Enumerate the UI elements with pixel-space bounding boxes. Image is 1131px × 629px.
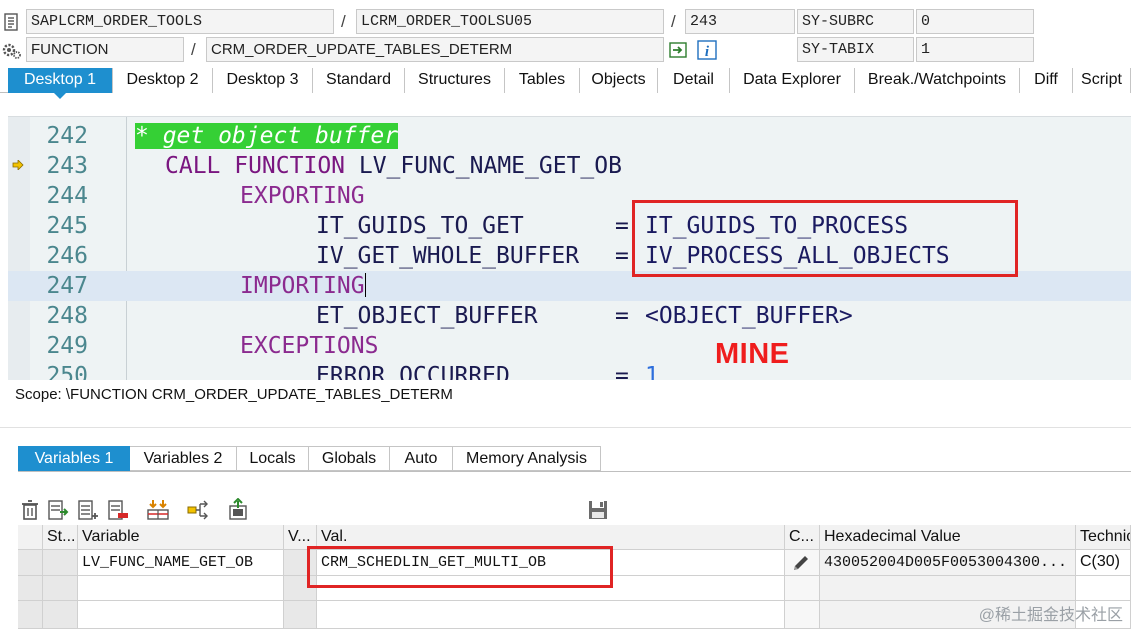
tabix-value-field[interactable]: 1	[916, 37, 1034, 62]
keyword: CALL FUNCTION	[165, 153, 346, 179]
navigate-icon[interactable]	[668, 40, 688, 60]
parameter-value: <OBJECT_BUFFER>	[645, 303, 853, 329]
variable-name-cell[interactable]	[78, 576, 284, 601]
transfer-icon[interactable]	[146, 498, 170, 522]
row-selector[interactable]	[18, 601, 43, 629]
event-type-field[interactable]: FUNCTION	[26, 37, 184, 62]
keyword: EXCEPTIONS	[240, 333, 379, 359]
tab-variables-2[interactable]: Variables 2	[130, 446, 237, 471]
tab-variables-1[interactable]: Variables 1	[18, 446, 130, 471]
watermark: @稀土掘金技术社区	[978, 607, 1123, 624]
export-icon[interactable]	[226, 498, 250, 522]
code-line: 243 CALL FUNCTION LV_FUNC_NAME_GET_OB	[8, 151, 1131, 181]
code-line: 249 EXCEPTIONS	[8, 331, 1131, 361]
tab-desktop-3[interactable]: Desktop 3	[213, 68, 313, 93]
keyword: EXPORTING	[240, 183, 365, 209]
line-number: 250	[46, 363, 88, 380]
equals: =	[615, 243, 629, 269]
function-variable: LV_FUNC_NAME_GET_OB	[345, 153, 622, 179]
row-selector[interactable]	[18, 576, 43, 601]
line-number: 247	[46, 273, 88, 299]
code-line: 250 ERROR_OCCURRED = 1	[8, 361, 1131, 380]
text-cursor	[364, 273, 366, 297]
tab-auto[interactable]: Auto	[390, 446, 453, 471]
line-number: 248	[46, 303, 88, 329]
equals: =	[615, 213, 629, 239]
separator: /	[671, 12, 676, 31]
header-row-program: SAPLCRM_ORDER_TOOLS / LCRM_ORDER_TOOLSU0…	[0, 9, 1131, 35]
tab-objects[interactable]: Objects	[580, 68, 658, 93]
scope-label: Scope: \FUNCTION CRM_ORDER_UPDATE_TABLES…	[15, 386, 453, 403]
tab-tables[interactable]: Tables	[505, 68, 580, 93]
tab-globals[interactable]: Globals	[309, 446, 390, 471]
delete-row-icon[interactable]	[106, 498, 130, 522]
tab-desktop-1[interactable]: Desktop 1	[8, 68, 113, 99]
code-editor[interactable]: 242 * get object buffer 243 CALL FUNCTIO…	[8, 116, 1131, 380]
gear-icon	[2, 43, 21, 59]
include-field[interactable]: LCRM_ORDER_TOOLSU05	[356, 9, 664, 34]
code-line: 242 * get object buffer	[8, 121, 1131, 151]
line-number: 246	[46, 243, 88, 269]
code-line: 248 ET_OBJECT_BUFFER = <OBJECT_BUFFER>	[8, 301, 1131, 331]
tab-locals[interactable]: Locals	[237, 446, 309, 471]
program-icon	[4, 13, 18, 31]
variable-name-cell[interactable]: LV_FUNC_NAME_GET_OB	[78, 550, 284, 576]
equals: =	[615, 303, 629, 329]
annotation-label: MINE	[715, 338, 790, 370]
variable-name-cell[interactable]	[78, 601, 284, 629]
parameter: IV_GET_WHOLE_BUFFER	[316, 243, 580, 269]
append-row-icon[interactable]	[76, 498, 100, 522]
trash-icon[interactable]	[18, 498, 42, 522]
keyword: IMPORTING	[240, 273, 365, 299]
parameter: ET_OBJECT_BUFFER	[316, 303, 538, 329]
line-number: 242	[46, 123, 88, 149]
tab-structures[interactable]: Structures	[405, 68, 505, 93]
hex-value-cell: 430052004D005F0053004300...	[820, 550, 1076, 576]
split-icon[interactable]	[186, 498, 210, 522]
column-header-hex[interactable]: Hexadecimal Value	[820, 525, 1076, 550]
separator: /	[191, 40, 196, 59]
header-row-event: FUNCTION / CRM_ORDER_UPDATE_TABLES_DETER…	[0, 37, 1131, 63]
line-number: 244	[46, 183, 88, 209]
tab-diff[interactable]: Diff	[1020, 68, 1073, 93]
tab-script[interactable]: Script	[1073, 68, 1131, 93]
tabix-label: SY-TABIX	[797, 37, 914, 62]
line-number: 243	[46, 153, 88, 179]
column-header-change[interactable]: C...	[785, 525, 820, 550]
column-header-variable[interactable]: Variable	[78, 525, 284, 550]
column-header-technical[interactable]: Technic	[1076, 525, 1131, 550]
line-number: 245	[46, 213, 88, 239]
desktop-tab-bar: Desktop 1 Desktop 2 Desktop 3 Standard S…	[0, 68, 1131, 99]
change-cell[interactable]	[785, 550, 820, 576]
tab-break-watchpoints[interactable]: Break./Watchpoints	[855, 68, 1020, 93]
subrc-label: SY-SUBRC	[797, 9, 914, 34]
parameter: ERROR_OCCURRED	[316, 363, 510, 380]
save-icon[interactable]	[586, 498, 610, 522]
column-header-status[interactable]: St...	[43, 525, 78, 550]
info-icon[interactable]: i	[697, 40, 717, 60]
tab-data-explorer[interactable]: Data Explorer	[730, 68, 855, 93]
line-number-field[interactable]: 243	[685, 9, 795, 34]
subrc-value-field[interactable]: 0	[916, 9, 1034, 34]
tab-detail[interactable]: Detail	[658, 68, 730, 93]
comment: * get object buffer	[135, 123, 399, 149]
event-name-field[interactable]: CRM_ORDER_UPDATE_TABLES_DETERM	[206, 37, 664, 62]
tab-standard[interactable]: Standard	[313, 68, 405, 93]
program-field[interactable]: SAPLCRM_ORDER_TOOLS	[26, 9, 334, 34]
parameter: IT_GUIDS_TO_GET	[316, 213, 524, 239]
value-highlight-box	[307, 546, 613, 588]
line-number: 249	[46, 333, 88, 359]
highlight-box	[632, 200, 1018, 277]
row-selector[interactable]	[18, 550, 43, 576]
equals: =	[615, 363, 629, 380]
parameter-value: 1	[645, 363, 659, 380]
insert-row-icon[interactable]	[46, 498, 70, 522]
tab-desktop-2[interactable]: Desktop 2	[113, 68, 213, 93]
technical-type-cell: C(30)	[1076, 550, 1131, 576]
tab-memory-analysis[interactable]: Memory Analysis	[453, 446, 601, 471]
status-cell	[43, 550, 78, 576]
separator: /	[341, 12, 346, 31]
pencil-icon[interactable]	[791, 553, 811, 573]
